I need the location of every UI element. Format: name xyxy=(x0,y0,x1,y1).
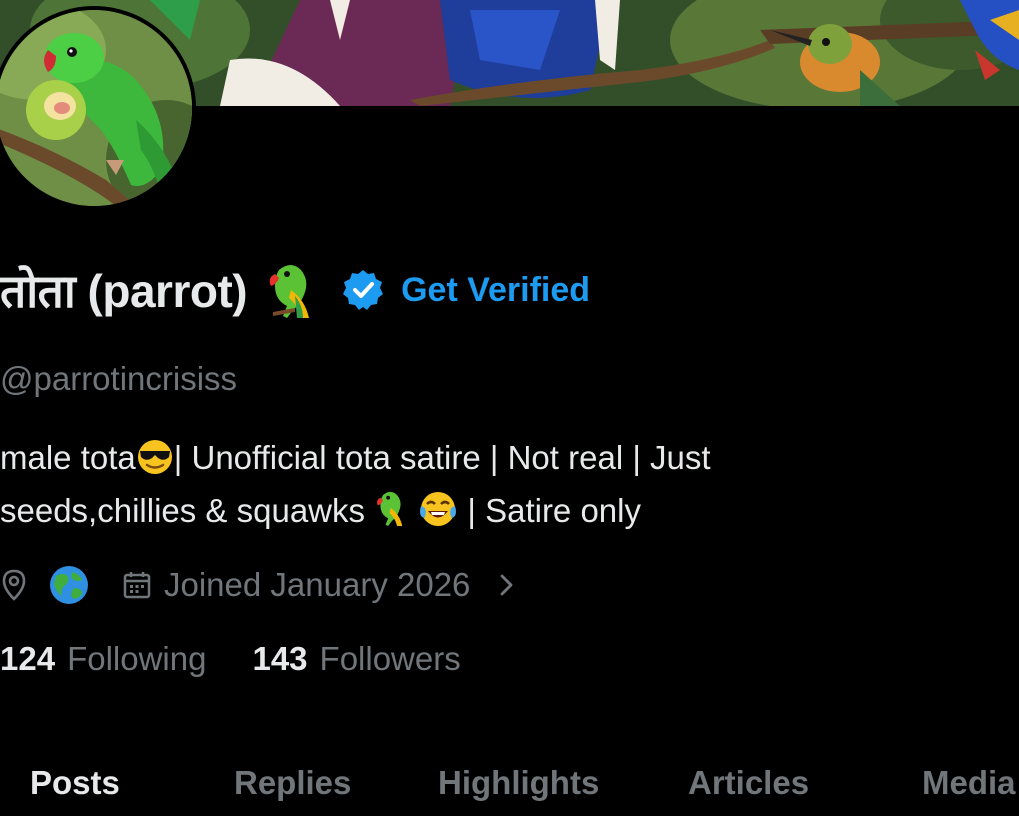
display-name-row: तोता (parrot) Get Verified xyxy=(0,254,590,326)
avatar-parrot-illustration xyxy=(0,10,192,206)
location-pin-icon xyxy=(0,569,28,601)
sunglasses-emoji-icon xyxy=(136,439,174,487)
following-count: 124 xyxy=(0,640,56,677)
chevron-right-icon[interactable] xyxy=(494,573,518,597)
following-label: Following xyxy=(67,640,207,677)
tab-replies[interactable]: Replies xyxy=(234,764,351,802)
laughing-emoji-icon xyxy=(418,490,458,540)
profile-tabs: Posts Replies Highlights Articles Media xyxy=(0,752,1019,816)
display-name: तोता (parrot) xyxy=(0,265,248,317)
parrot-emoji-icon xyxy=(374,488,410,540)
globe-emoji-icon xyxy=(48,564,90,606)
parrot-emoji-icon xyxy=(265,260,321,320)
followers-link[interactable]: 143 Followers xyxy=(252,640,460,678)
following-link[interactable]: 124 Following xyxy=(0,640,206,678)
bio-text: | Unofficial tota satire | Not real | Ju… xyxy=(173,439,711,476)
profile-handle: @parrotincrisiss xyxy=(0,360,238,397)
followers-label: Followers xyxy=(319,640,461,677)
joined-date: Joined January 2026 xyxy=(164,566,471,603)
follow-counts: 124 Following 143 Followers xyxy=(0,640,461,678)
profile-bio: male tota | Unofficial tota satire | Not … xyxy=(0,434,900,540)
tab-media[interactable]: Media xyxy=(922,764,1016,802)
profile-avatar-border xyxy=(0,6,196,210)
profile-meta-row: Joined January 2026 xyxy=(0,560,518,610)
tab-highlights[interactable]: Highlights xyxy=(438,764,599,802)
bio-text: seeds,chillies & squawks xyxy=(0,492,375,529)
avatar[interactable] xyxy=(0,10,192,206)
tab-articles[interactable]: Articles xyxy=(688,764,809,802)
tab-posts[interactable]: Posts xyxy=(30,764,120,802)
calendar-icon xyxy=(122,570,152,600)
get-verified-link[interactable]: Get Verified xyxy=(401,271,590,310)
followers-count: 143 xyxy=(252,640,308,677)
verified-badge-icon[interactable] xyxy=(341,268,385,312)
bio-text: | Satire only xyxy=(458,492,641,529)
bio-text: male tota xyxy=(0,439,136,476)
